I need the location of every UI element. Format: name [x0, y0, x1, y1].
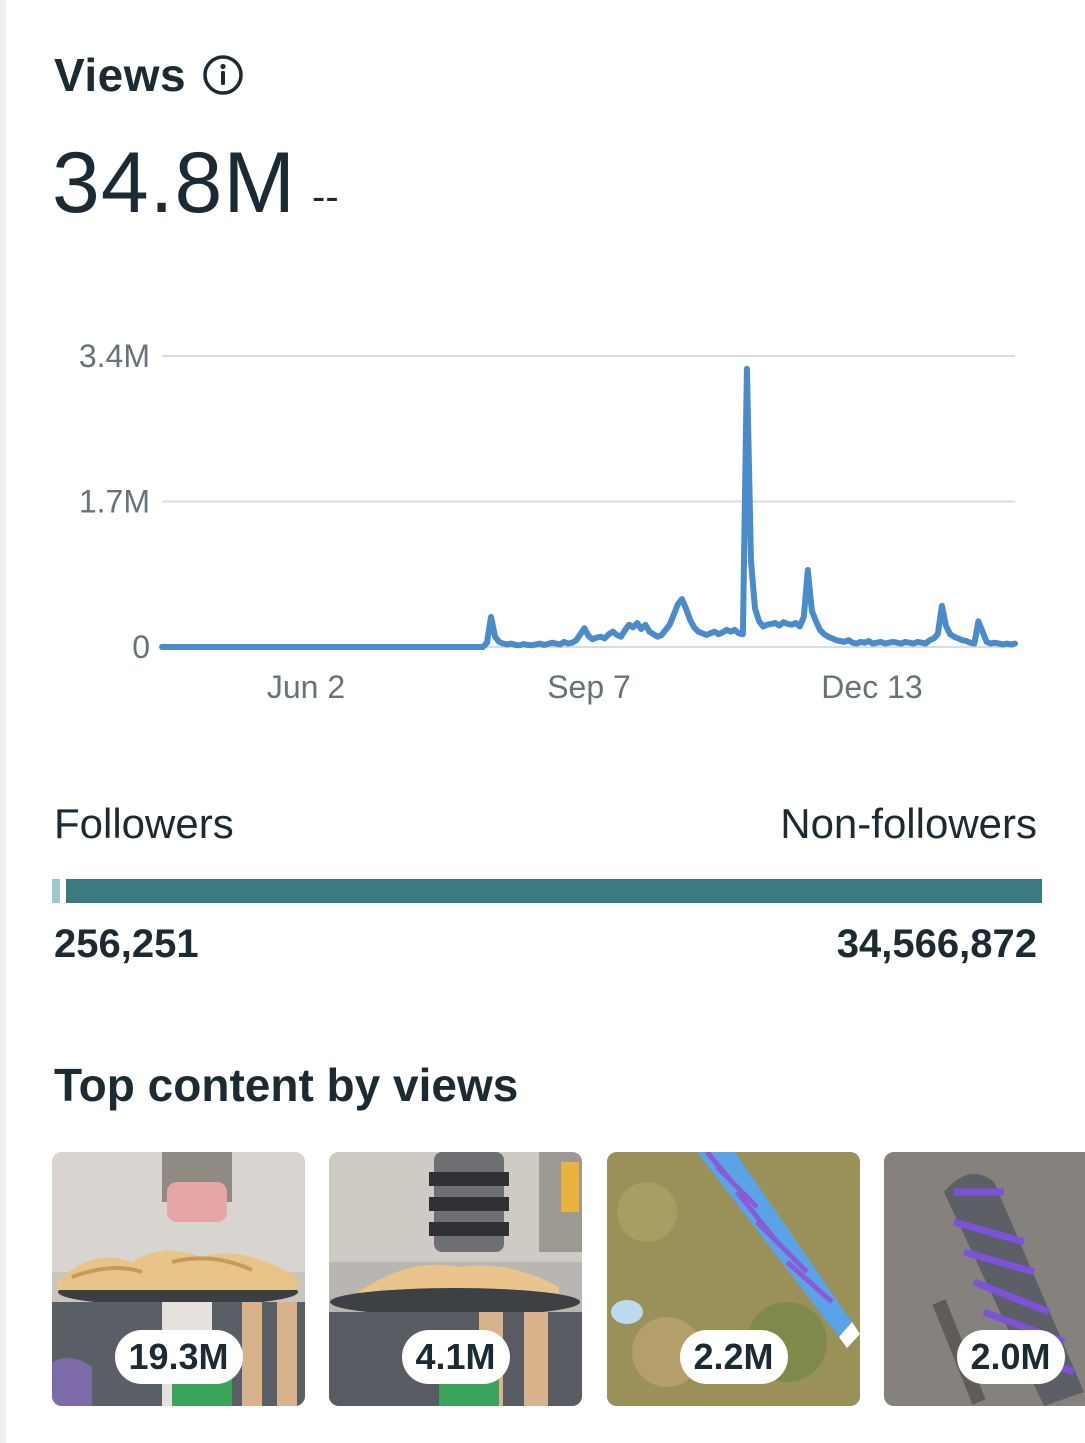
views-series-line: [159, 365, 1018, 650]
audience-split-bar: [52, 879, 1042, 903]
content-thumbnail-3[interactable]: 2.2M: [607, 1152, 860, 1406]
page-title: Views: [54, 49, 187, 101]
view-count-badge: 2.2M: [679, 1330, 788, 1384]
followers-label: Followers: [54, 800, 234, 847]
top-content-title: Top content by views: [54, 1059, 519, 1111]
non-followers-label: Non-followers: [780, 800, 1037, 847]
content-thumbnail-2[interactable]: 4.1M: [329, 1152, 582, 1406]
y-tick-label: 1.7M: [79, 484, 150, 520]
view-count-badge: 4.1M: [401, 1330, 510, 1384]
non-followers-bar: [66, 879, 1042, 903]
followers-bar: [52, 879, 60, 903]
total-views-value: 34.8M: [52, 135, 297, 231]
followers-count: 256,251: [54, 922, 199, 966]
change-indicator: --: [312, 175, 339, 219]
audience-labels: Followers Non-followers: [54, 800, 1037, 848]
view-count-badge: 2.0M: [956, 1330, 1065, 1384]
non-followers-count: 34,566,872: [836, 922, 1037, 966]
content-thumbnail-1[interactable]: 19.3M: [52, 1152, 305, 1406]
views-total: 34.8M --: [52, 140, 339, 226]
x-tick-label: Sep 7: [547, 669, 631, 705]
y-tick-label: 0: [132, 629, 150, 665]
audience-values: 256,251 34,566,872: [54, 922, 1037, 967]
x-tick-label: Jun 2: [267, 669, 345, 705]
views-header: Views: [54, 48, 244, 102]
top-content-list: 19.3M 4.1M 2.2M 2.0M: [52, 1152, 1085, 1406]
content-thumbnail-4[interactable]: 2.0M: [884, 1152, 1085, 1406]
info-icon[interactable]: [202, 54, 244, 96]
card-edge: [0, 0, 6, 1443]
views-line-chart[interactable]: 3.4M 1.7M 0 Jun 2 Sep 7 Dec 13: [0, 320, 1085, 720]
x-tick-label: Dec 13: [821, 669, 922, 705]
y-tick-label: 3.4M: [79, 338, 150, 374]
view-count-badge: 19.3M: [114, 1330, 243, 1384]
